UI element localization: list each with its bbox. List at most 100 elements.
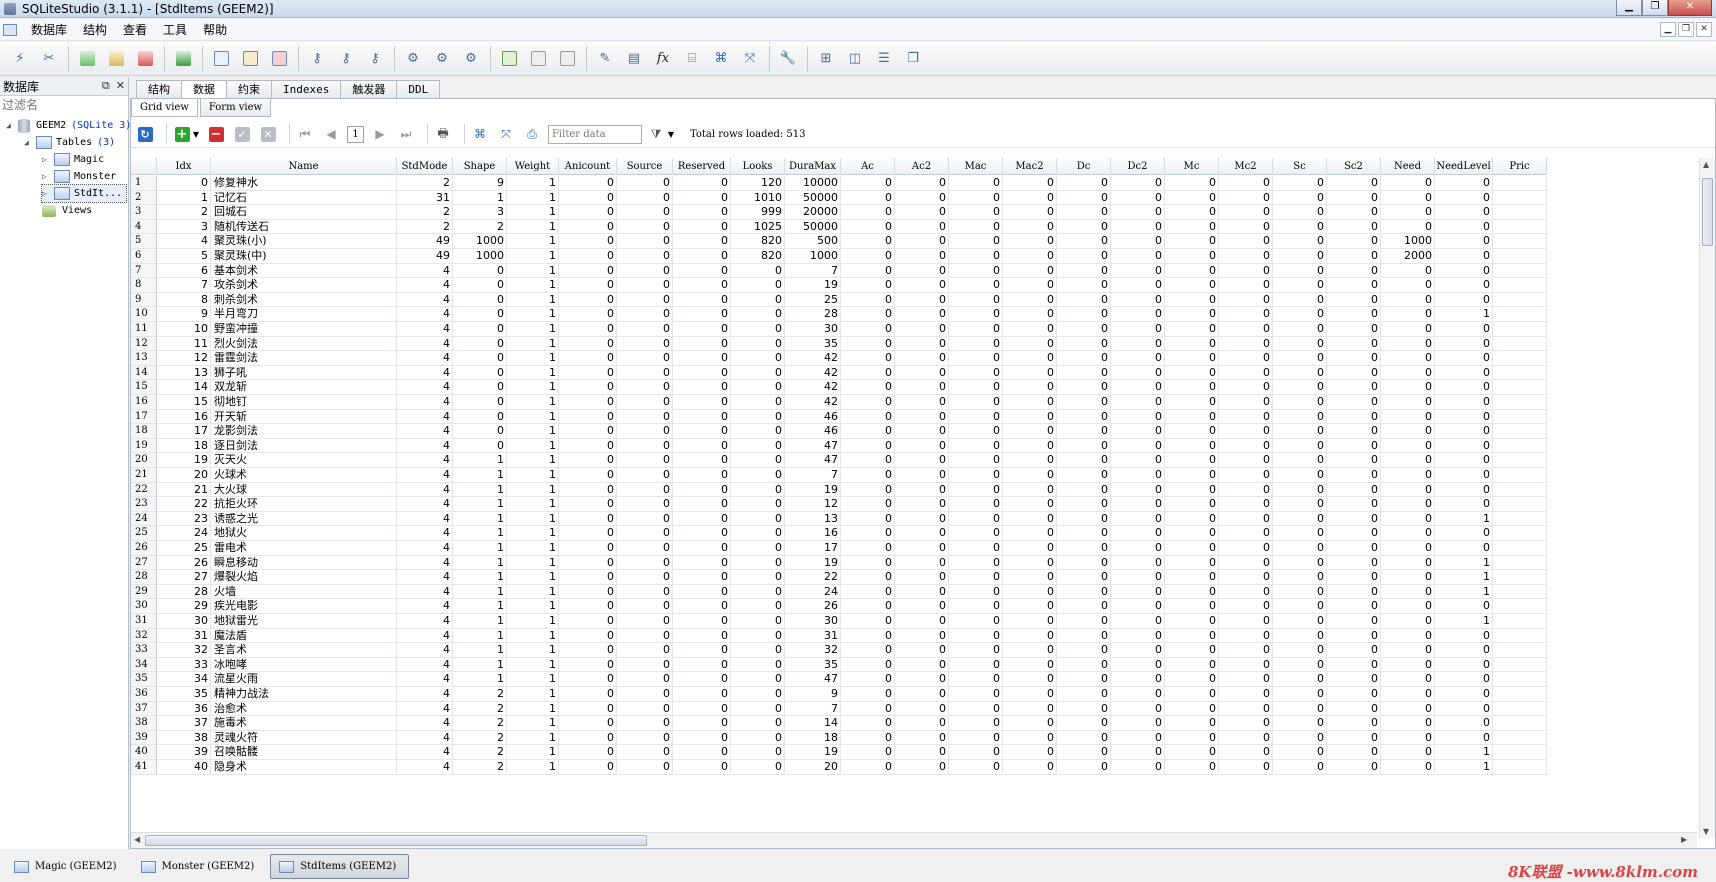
tab-triggers[interactable]: 触发器 [340, 80, 398, 98]
row-number[interactable]: 31 [131, 614, 157, 629]
cell-mac[interactable]: 0 [949, 263, 1003, 279]
cell-name[interactable]: 流星火雨 [211, 672, 397, 687]
row-number[interactable]: 22 [131, 482, 157, 498]
column-header-duramax[interactable]: DuraMax [785, 158, 841, 175]
cell-duramax[interactable]: 16 [785, 526, 841, 541]
cell-sc[interactable]: 0 [1273, 468, 1327, 483]
cell-need[interactable]: 0 [1381, 526, 1435, 541]
cell-pric[interactable] [1493, 541, 1547, 556]
cell-needlevel[interactable]: 1 [1435, 511, 1493, 527]
cell-dc[interactable]: 0 [1057, 599, 1111, 614]
cell-sc[interactable]: 0 [1273, 395, 1327, 410]
cell-ac2[interactable]: 0 [895, 570, 949, 585]
cell-dc[interactable]: 0 [1057, 205, 1111, 220]
cell-ac2[interactable]: 0 [895, 643, 949, 658]
cell-weight[interactable]: 1 [507, 584, 559, 600]
edit-trigger-button[interactable]: ⚙ [430, 47, 454, 71]
cell-sc2[interactable]: 0 [1327, 687, 1381, 702]
cell-need[interactable]: 0 [1381, 380, 1435, 395]
cell-dc2[interactable]: 0 [1111, 234, 1165, 249]
cell-sc2[interactable]: 0 [1327, 760, 1381, 775]
cell-sc[interactable]: 0 [1273, 365, 1327, 381]
cell-mc[interactable]: 0 [1165, 249, 1219, 264]
column-header-sc[interactable]: Sc [1273, 158, 1327, 175]
cell-pric[interactable] [1493, 205, 1547, 220]
cell-mac2[interactable]: 0 [1003, 745, 1057, 760]
cell-ac[interactable]: 0 [841, 365, 895, 381]
cell-idx[interactable]: 27 [157, 570, 211, 585]
row-number[interactable]: 24 [131, 511, 157, 527]
row-number[interactable]: 29 [131, 584, 157, 600]
cell-mac2[interactable]: 0 [1003, 395, 1057, 410]
cell-ac[interactable]: 0 [841, 643, 895, 658]
cell-needlevel[interactable]: 0 [1435, 599, 1493, 614]
cell-reserved[interactable]: 0 [673, 351, 731, 366]
cell-source[interactable]: 0 [617, 292, 673, 308]
cell-needlevel[interactable]: 1 [1435, 584, 1493, 600]
cell-reserved[interactable]: 0 [673, 380, 731, 395]
cell-ac2[interactable]: 0 [895, 453, 949, 468]
cell-pric[interactable] [1493, 322, 1547, 337]
cell-stdmode[interactable]: 4 [397, 526, 453, 541]
row-number[interactable]: 17 [131, 409, 157, 425]
cell-pric[interactable] [1493, 278, 1547, 293]
column-header-need[interactable]: Need [1381, 158, 1435, 175]
table-row[interactable]: 33 32 圣言术 4 1 1 0 0 0 0 32 0 0 0 0 0 0 0 0 0 0 0 0 [131, 643, 1547, 658]
delete-index-button[interactable]: ⚷ [363, 47, 387, 71]
cell-idx[interactable]: 5 [157, 249, 211, 264]
cell-mac2[interactable]: 0 [1003, 760, 1057, 775]
cell-mac2[interactable]: 0 [1003, 570, 1057, 585]
cell-reserved[interactable]: 0 [673, 497, 731, 512]
table-row[interactable]: 13 12 雷霆剑法 4 0 1 0 0 0 0 42 0 0 0 0 0 0 0 0 0 0 0 0 [131, 351, 1547, 366]
cell-weight[interactable]: 1 [507, 395, 559, 410]
cell-needlevel[interactable]: 0 [1435, 351, 1493, 366]
cell-idx[interactable]: 12 [157, 351, 211, 366]
cell-need[interactable]: 0 [1381, 716, 1435, 731]
cell-stdmode[interactable]: 4 [397, 395, 453, 410]
cell-duramax[interactable]: 47 [785, 672, 841, 687]
cell-shape[interactable]: 1 [453, 497, 507, 512]
cell-pric[interactable] [1493, 219, 1547, 235]
row-number[interactable]: 20 [131, 453, 157, 468]
cell-stdmode[interactable]: 4 [397, 307, 453, 322]
cell-anicount[interactable]: 0 [559, 205, 617, 220]
cell-stdmode[interactable]: 4 [397, 760, 453, 775]
cell-duramax[interactable]: 30 [785, 614, 841, 629]
add-trigger-button[interactable]: ⚙ [401, 47, 425, 71]
cell-mc2[interactable]: 0 [1219, 249, 1273, 264]
cell-mc[interactable]: 0 [1165, 380, 1219, 395]
cell-dc[interactable]: 0 [1057, 409, 1111, 425]
cell-idx[interactable]: 15 [157, 395, 211, 410]
add-table-button[interactable] [209, 47, 233, 71]
cell-idx[interactable]: 7 [157, 278, 211, 293]
cell-dc[interactable]: 0 [1057, 336, 1111, 352]
cell-source[interactable]: 0 [617, 687, 673, 702]
row-number[interactable]: 1 [131, 176, 157, 191]
cell-mc2[interactable]: 0 [1219, 380, 1273, 395]
cell-reserved[interactable]: 0 [673, 628, 731, 644]
cell-ac[interactable]: 0 [841, 219, 895, 235]
cell-mc[interactable]: 0 [1165, 555, 1219, 571]
cell-mac[interactable]: 0 [949, 730, 1003, 746]
cell-weight[interactable]: 1 [507, 409, 559, 425]
fit-rows-button[interactable]: ⤧ [496, 124, 516, 144]
cell-dc[interactable]: 0 [1057, 365, 1111, 381]
cell-mc[interactable]: 0 [1165, 278, 1219, 293]
cell-dc[interactable]: 0 [1057, 482, 1111, 498]
cell-duramax[interactable]: 20 [785, 760, 841, 775]
cell-needlevel[interactable]: 1 [1435, 760, 1493, 775]
tree-tables-node[interactable]: ◢ Tables (3) [24, 134, 115, 151]
cell-sc2[interactable]: 0 [1327, 190, 1381, 206]
cell-stdmode[interactable]: 4 [397, 322, 453, 337]
cell-name[interactable]: 召唤骷髅 [211, 745, 397, 760]
cell-pric[interactable] [1493, 760, 1547, 775]
cell-idx[interactable]: 19 [157, 453, 211, 468]
cell-looks[interactable]: 0 [731, 760, 785, 775]
row-number[interactable]: 27 [131, 555, 157, 571]
cell-dc2[interactable]: 0 [1111, 628, 1165, 644]
cell-dc[interactable]: 0 [1057, 745, 1111, 760]
cell-mac[interactable]: 0 [949, 628, 1003, 644]
cell-idx[interactable]: 17 [157, 424, 211, 439]
window-tab-magic[interactable]: Magic (GEEM2) [6, 854, 129, 879]
cell-ac[interactable]: 0 [841, 468, 895, 483]
